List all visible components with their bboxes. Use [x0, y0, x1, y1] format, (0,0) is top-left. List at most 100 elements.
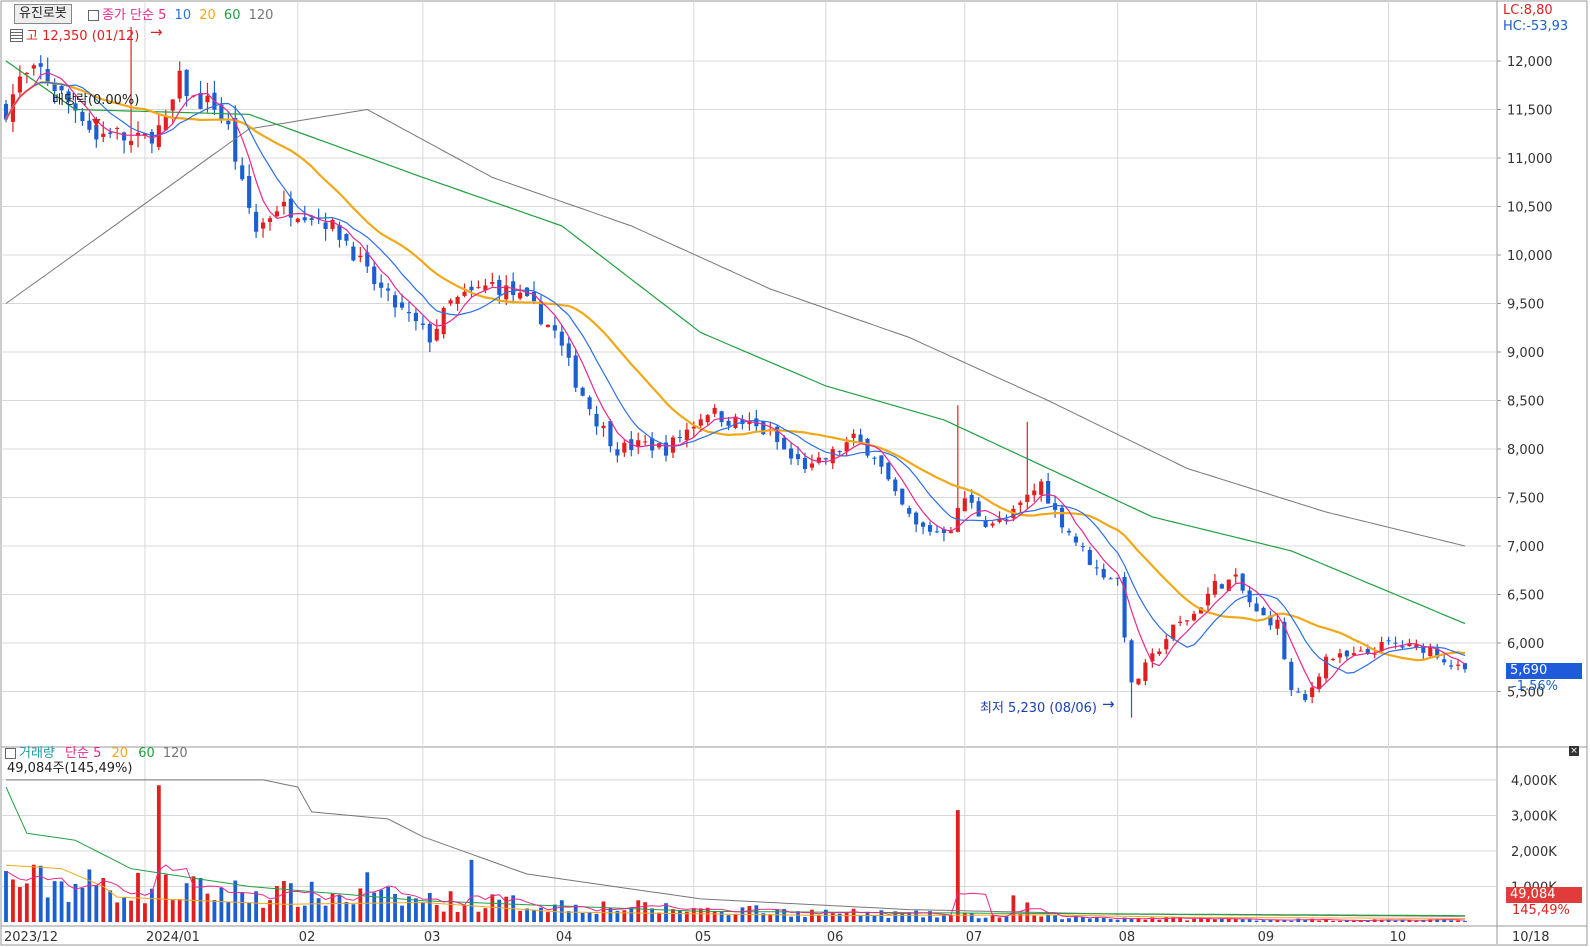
volume-bar: [344, 901, 349, 922]
volume-bar: [532, 909, 536, 922]
candle: [1178, 615, 1183, 626]
candle: [893, 477, 898, 496]
x-tick-label: 2023/12: [4, 930, 58, 945]
candle: [1185, 620, 1190, 626]
candle-body: [851, 433, 856, 439]
grid-icon[interactable]: [10, 29, 23, 42]
candle-body: [1247, 590, 1252, 603]
y-tick-label: 6,500: [1507, 589, 1544, 604]
candle-body: [115, 127, 120, 129]
candle-body: [17, 76, 22, 93]
candle-body: [122, 132, 127, 141]
candle: [455, 295, 460, 311]
volume-bar: [525, 908, 529, 922]
candle: [344, 233, 349, 246]
x-tick-label: 03: [424, 930, 441, 945]
candle: [1261, 606, 1266, 616]
candle-body: [1261, 607, 1266, 616]
low-arrow-icon: →: [1102, 695, 1115, 713]
stock-name-button[interactable]: 유진로봇: [14, 4, 72, 24]
volume-bar: [1393, 920, 1398, 922]
candle: [1358, 646, 1363, 652]
volume-bar: [448, 891, 453, 922]
candle: [1087, 546, 1092, 566]
candle: [552, 316, 557, 339]
y-tick-label: 11,500: [1507, 104, 1553, 119]
volume-bar: [143, 903, 147, 922]
candle: [316, 208, 321, 225]
candle: [386, 283, 391, 302]
volume-bar: [80, 887, 85, 922]
y-tick-label: 8,500: [1507, 395, 1544, 410]
volume-bar: [233, 880, 238, 922]
candle: [448, 298, 453, 306]
candle-body: [1053, 503, 1058, 510]
candle: [1386, 636, 1391, 645]
candle-body: [886, 462, 891, 480]
candle-body: [476, 287, 481, 289]
candle-body: [379, 282, 384, 288]
volume-bar: [365, 872, 370, 922]
current-volume-pct: 145,49%: [1512, 903, 1570, 918]
candle-body: [1164, 639, 1169, 650]
candle-body: [1039, 481, 1044, 495]
volume-bar: [45, 897, 50, 922]
candle: [643, 434, 648, 446]
candle-body: [254, 211, 259, 232]
candle-body: [914, 512, 919, 525]
candle: [406, 302, 412, 322]
candle: [330, 218, 335, 232]
candle-body: [608, 421, 613, 447]
volume-legend-ma120: 120: [162, 746, 188, 761]
candle: [1059, 504, 1065, 534]
candle-body: [538, 301, 544, 325]
candle-body: [1136, 678, 1141, 685]
y-tick-label: 6,000: [1507, 637, 1544, 652]
volume-bar: [1289, 920, 1294, 922]
volume-bar: [129, 900, 133, 922]
volume-panel-close-icon[interactable]: ×: [1569, 746, 1579, 756]
candle-body: [260, 222, 266, 229]
candle-body: [80, 111, 85, 122]
candle-body: [615, 449, 620, 456]
volume-bar: [101, 878, 106, 922]
candle-body: [87, 120, 92, 130]
volume-bar: [629, 907, 634, 922]
volume-bar: [282, 881, 286, 922]
volume-bar: [4, 870, 8, 922]
candle: [636, 432, 641, 455]
volume-tick-label: 4,000K: [1511, 774, 1557, 789]
candle: [413, 308, 418, 331]
candle: [1337, 648, 1343, 664]
candle: [1108, 576, 1113, 580]
volume-bar: [351, 904, 356, 922]
volume-bar: [1060, 919, 1064, 922]
volume-bar: [323, 905, 328, 922]
volume-bar: [1192, 918, 1196, 922]
volume-bar: [712, 911, 717, 922]
candle-body: [1254, 603, 1259, 612]
volume-bar: [386, 887, 391, 922]
candle-body: [1129, 640, 1134, 683]
candle-body: [1310, 687, 1315, 698]
candle: [427, 321, 432, 353]
x-tick-label: 07: [966, 930, 983, 945]
candle-body: [1344, 650, 1349, 657]
volume-bar: [1400, 920, 1405, 922]
candle-body: [872, 457, 877, 459]
candle-body: [1032, 490, 1037, 496]
y-tick-label: 11,000: [1507, 152, 1553, 167]
y-tick-label: 12,000: [1507, 55, 1553, 70]
candle-body: [865, 438, 870, 456]
candle: [170, 99, 175, 123]
candle-body: [1240, 573, 1245, 591]
candle-body: [1087, 550, 1092, 565]
volume-bar: [316, 898, 321, 922]
volume-bar: [455, 911, 460, 922]
candle-body: [226, 120, 231, 125]
candle-body: [1442, 659, 1447, 663]
candle-body: [566, 343, 571, 358]
candle-body: [1330, 659, 1336, 661]
volume-bar: [136, 872, 140, 922]
volume-bar: [559, 900, 564, 922]
